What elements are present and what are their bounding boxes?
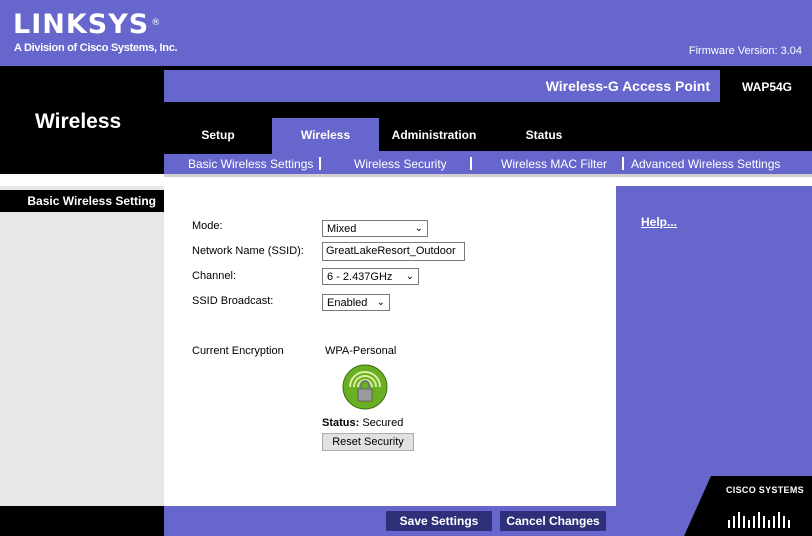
help-link[interactable]: Help... xyxy=(641,215,677,229)
subtab-wireless-security[interactable]: Wireless Security xyxy=(354,157,447,171)
channel-label: Channel: xyxy=(192,270,237,282)
linksys-logo: LINKSYS ® xyxy=(13,9,162,40)
ssid-broadcast-label: SSID Broadcast: xyxy=(192,295,274,307)
ssid-label: Network Name (SSID): xyxy=(192,245,304,257)
left-top-strip xyxy=(0,174,164,186)
chevron-down-icon: ⌄ xyxy=(376,297,385,308)
subtab-separator xyxy=(622,157,624,170)
left-pane xyxy=(0,186,164,506)
current-encryption-label: Current Encryption xyxy=(192,345,284,357)
subtab-separator xyxy=(319,157,321,170)
firmware-version: Firmware Version: 3.04 xyxy=(688,45,802,57)
subtab-wireless-mac-filter[interactable]: Wireless MAC Filter xyxy=(501,157,607,171)
cancel-changes-button[interactable]: Cancel Changes xyxy=(500,511,606,531)
footer-left xyxy=(0,506,164,536)
save-settings-button[interactable]: Save Settings xyxy=(386,511,492,531)
mode-label: Mode: xyxy=(192,220,223,232)
encryption-value: WPA-Personal xyxy=(325,345,397,357)
tab-status[interactable]: Status xyxy=(489,118,599,154)
channel-select[interactable]: 6 - 2.437GHz ⌄ xyxy=(322,268,419,285)
subtab-separator xyxy=(470,157,472,170)
security-status: Status: Secured xyxy=(322,417,404,429)
content-top-strip-shade xyxy=(164,174,812,177)
subtab-advanced-wireless-settings[interactable]: Advanced Wireless Settings xyxy=(631,157,780,171)
reset-security-button[interactable]: Reset Security xyxy=(322,433,414,451)
cisco-systems-logo: CISCO SYSTEMS xyxy=(726,485,804,495)
product-name: Wireless-G Access Point xyxy=(545,78,710,94)
logo-tagline: A Division of Cisco Systems, Inc. xyxy=(14,42,178,54)
ssid-input[interactable]: GreatLakeResort_Outdoor xyxy=(322,242,465,261)
chevron-down-icon: ⌄ xyxy=(405,271,414,282)
sidebar-label: Basic Wireless Setting xyxy=(0,190,164,212)
tab-wireless[interactable]: Wireless xyxy=(272,118,379,154)
chevron-down-icon: ⌄ xyxy=(414,223,423,234)
ssid-broadcast-select[interactable]: Enabled ⌄ xyxy=(322,294,390,311)
lock-secured-icon xyxy=(342,364,388,410)
mode-select[interactable]: Mixed ⌄ xyxy=(322,220,428,237)
section-title: Wireless xyxy=(35,110,122,133)
tab-setup[interactable]: Setup xyxy=(164,118,272,154)
tab-administration[interactable]: Administration xyxy=(379,118,489,154)
subtab-basic-wireless-settings[interactable]: Basic Wireless Settings xyxy=(188,157,313,171)
model-number: WAP54G xyxy=(742,80,793,94)
